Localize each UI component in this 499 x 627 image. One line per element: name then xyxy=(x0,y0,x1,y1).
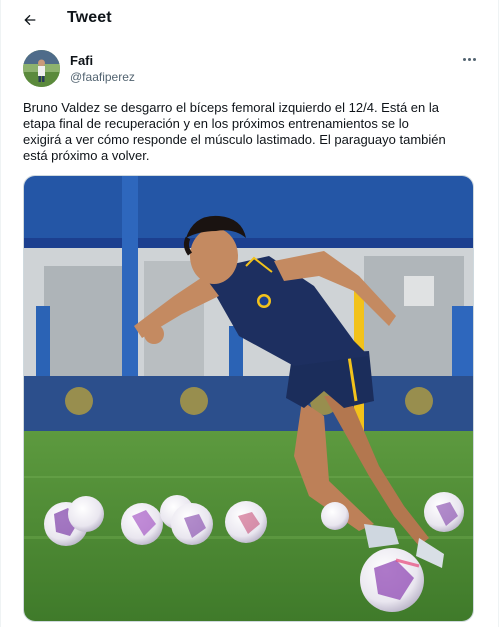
author-handle[interactable]: @faafiperez xyxy=(70,70,135,84)
top-bar: Tweet xyxy=(1,0,499,38)
tweet-author: Fafi @faafiperez xyxy=(23,48,483,90)
page-title: Tweet xyxy=(67,9,112,26)
back-button[interactable] xyxy=(16,6,44,34)
avatar[interactable] xyxy=(23,50,60,87)
tweet-photo[interactable] xyxy=(23,175,474,622)
more-button[interactable] xyxy=(460,52,478,66)
arrow-left-icon xyxy=(24,14,36,26)
more-horizontal-icon xyxy=(462,57,466,61)
author-name[interactable]: Fafi xyxy=(70,53,93,68)
tweet-text: Bruno Valdez se desgarro el bíceps femor… xyxy=(23,100,446,163)
training-photo xyxy=(24,176,473,621)
tweet-page: Tweet Fafi @faafiperez Bruno Valdez se d… xyxy=(0,0,499,627)
